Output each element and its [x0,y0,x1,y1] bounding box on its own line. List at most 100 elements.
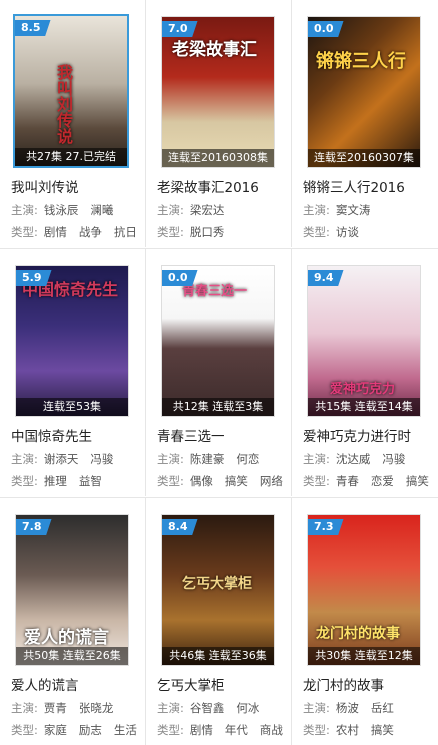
video-poster[interactable]: 乞丐大掌柜 8.4 共46集 连载至36集 [161,514,275,666]
video-poster[interactable]: 锵锵三人行 0.0 连载至20160307集 [307,16,421,168]
actor-link[interactable]: 何恋 [236,452,259,466]
genre-label: 类型: [11,723,38,737]
genre-link[interactable]: 农村 [336,723,359,737]
score-badge: 7.0 [162,21,198,37]
genre-label: 类型: [157,474,184,488]
actors-row: 主演: 贾青 张晓龙 [11,700,113,716]
genre-link[interactable]: 搞笑 [371,723,394,737]
actor-link[interactable]: 谷智鑫 [190,701,225,715]
video-title[interactable]: 青春三选一 [157,425,225,445]
poster-logo-text: 龙门村的故事 [316,626,400,642]
poster-logo-text: 老梁故事汇 [172,40,257,60]
episode-status: 共30集 连载至12集 [308,647,420,665]
actors-row: 主演: 谷智鑫 何冰 [157,700,259,716]
actors-label: 主演: [11,452,38,466]
genre-link[interactable]: 恋爱 [371,474,394,488]
genre-link[interactable]: 生活 [114,723,137,737]
actors-row: 主演: 钱泳辰 澜曦 [11,202,113,218]
score-badge: 7.3 [308,519,344,535]
genre-label: 类型: [11,225,38,239]
genre-link[interactable]: 年代 [225,723,248,737]
video-title[interactable]: 锵锵三人行2016 [303,176,405,196]
actor-link[interactable]: 沈达威 [336,452,371,466]
genre-label: 类型: [157,225,184,239]
genre-link[interactable]: 益智 [79,474,102,488]
genre-link[interactable]: 商战 [260,723,283,737]
score-badge: 5.9 [16,270,52,286]
poster-logo-text: 乞丐大掌柜 [182,576,252,592]
actor-link[interactable]: 张晓龙 [79,701,114,715]
video-poster[interactable]: 我叫刘传说 8.5 共27集 27.已完结 [13,14,129,168]
genre-row: 类型: 访谈 [303,224,359,240]
actors-row: 主演: 窦文涛 [303,202,370,218]
actors-row: 主演: 杨波 岳红 [303,700,394,716]
actors-label: 主演: [11,701,38,715]
video-poster[interactable]: 爱人的谎言 7.8 共50集 连载至26集 [15,514,129,666]
actor-link[interactable]: 谢添天 [44,452,79,466]
video-card[interactable]: 中国惊奇先生 5.9 连载至53集中国惊奇先生主演: 谢添天 冯骏类型: 推理 益智 [0,249,146,496]
video-title[interactable]: 中国惊奇先生 [11,425,92,445]
video-poster[interactable]: 龙门村的故事 7.3 共30集 连载至12集 [307,514,421,666]
genre-link[interactable]: 家庭 [44,723,67,737]
genre-link[interactable]: 战争 [79,225,102,239]
video-card[interactable]: 我叫刘传说 8.5 共27集 27.已完结我叫刘传说主演: 钱泳辰 澜曦类型: 剧情 战争抗… [0,0,146,247]
actor-link[interactable]: 陈建豪 [190,452,225,466]
episode-status: 连载至20160307集 [308,149,420,167]
actor-link[interactable]: 冯骏 [382,452,405,466]
video-poster[interactable]: 青春三选一 0.0 共12集 连载至3集 [161,265,275,417]
genre-link[interactable]: 抗日 [114,225,137,239]
video-title[interactable]: 乞丐大掌柜 [157,674,225,694]
genre-link[interactable]: 搞笑 [406,474,429,488]
genre-link[interactable]: 青春 [336,474,359,488]
video-poster[interactable]: 爱神巧克力 9.4 共15集 连载至14集 [307,265,421,417]
video-card[interactable]: 锵锵三人行 0.0 连载至20160307集锵锵三人行2016 主演: 窦文涛 类型: 访谈 [292,0,438,247]
score-badge: 8.4 [162,519,198,535]
genre-link[interactable]: 推理 [44,474,67,488]
actor-link[interactable]: 贾青 [44,701,67,715]
genre-label: 类型: [303,723,330,737]
genre-link[interactable]: 搞笑 [225,474,248,488]
genre-row: 类型: 剧情 战争 抗日 [11,224,137,240]
video-title[interactable]: 老梁故事汇2016 [157,176,259,196]
video-card[interactable]: 乞丐大掌柜 8.4 共46集 连载至36集 乞丐大掌柜 主演: 谷智鑫 何冰 类型: 剧情 年代商… [146,498,292,745]
actor-link[interactable]: 杨波 [336,701,359,715]
actor-link[interactable]: 梁宏达 [190,203,225,217]
genre-link[interactable]: 剧情 [190,723,213,737]
genre-link[interactable]: 励志 [79,723,102,737]
video-card[interactable]: 爱神巧克力 9.4 共15集 连载至14集爱神巧克力进行时主演: 沈达威 冯骏类型: 青春… [292,249,438,496]
video-grid: 我叫刘传说 8.5 共27集 27.已完结 我叫刘传说 主演: 钱泳辰 澜曦 类型: 剧情 战争抗… [0,0,438,745]
actors-row: 主演: 梁宏达 [157,202,224,218]
actors-label: 主演: [11,203,38,217]
video-poster[interactable]: 老梁故事汇 7.0 连载至20160308集 [161,16,275,168]
video-title[interactable]: 我叫刘传说 [11,176,79,196]
genre-row: 类型: 脱口秀 [157,224,224,240]
actor-link[interactable]: 钱泳辰 [44,203,79,217]
video-card[interactable]: 老梁故事汇 7.0 连载至20160308集老梁故事汇2016 主演: 梁宏达 类型: 脱口… [146,0,292,247]
video-card[interactable]: 青春三选一 0.0 共12集 连载至3集 青春三选一 主演: 陈建豪 何恋 类型: 偶像 搞笑 网络 [146,249,292,496]
video-poster[interactable]: 中国惊奇先生 5.9 连载至53集 [15,265,129,417]
video-title[interactable]: 爱人的谎言 [11,674,79,694]
actor-link[interactable]: 窦文涛 [336,203,371,217]
episode-status: 共15集 连载至14集 [308,398,420,416]
episode-status: 共46集 连载至36集 [162,647,274,665]
actors-label: 主演: [157,203,184,217]
actor-link[interactable]: 澜曦 [90,203,113,217]
genre-label: 类型: [11,474,38,488]
video-card[interactable]: 爱人的谎言 7.8 共50集 连载至26集 爱人的谎言 主演: 贾青 张晓龙 类型: 家庭 励志生… [0,498,146,745]
genre-link[interactable]: 脱口秀 [190,225,225,239]
video-title[interactable]: 爱神巧克力进行时 [303,425,411,445]
actor-link[interactable]: 冯骏 [90,452,113,466]
genre-label: 类型: [157,723,184,737]
episode-status: 连载至20160308集 [162,149,274,167]
genre-link[interactable]: 网络 [260,474,283,488]
genre-label: 类型: [303,474,330,488]
actors-label: 主演: [303,452,330,466]
video-title[interactable]: 龙门村的故事 [303,674,384,694]
actor-link[interactable]: 岳红 [371,701,394,715]
genre-link[interactable]: 访谈 [336,225,359,239]
poster-logo-text: 爱人的谎言 [24,628,109,648]
genre-link[interactable]: 剧情 [44,225,67,239]
genre-link[interactable]: 偶像 [190,474,213,488]
actor-link[interactable]: 何冰 [236,701,259,715]
video-card[interactable]: 龙门村的故事 7.3 共30集 连载至12集 龙门村的故事 主演: 杨波 岳红 类型: 农村 搞笑 [292,498,438,745]
